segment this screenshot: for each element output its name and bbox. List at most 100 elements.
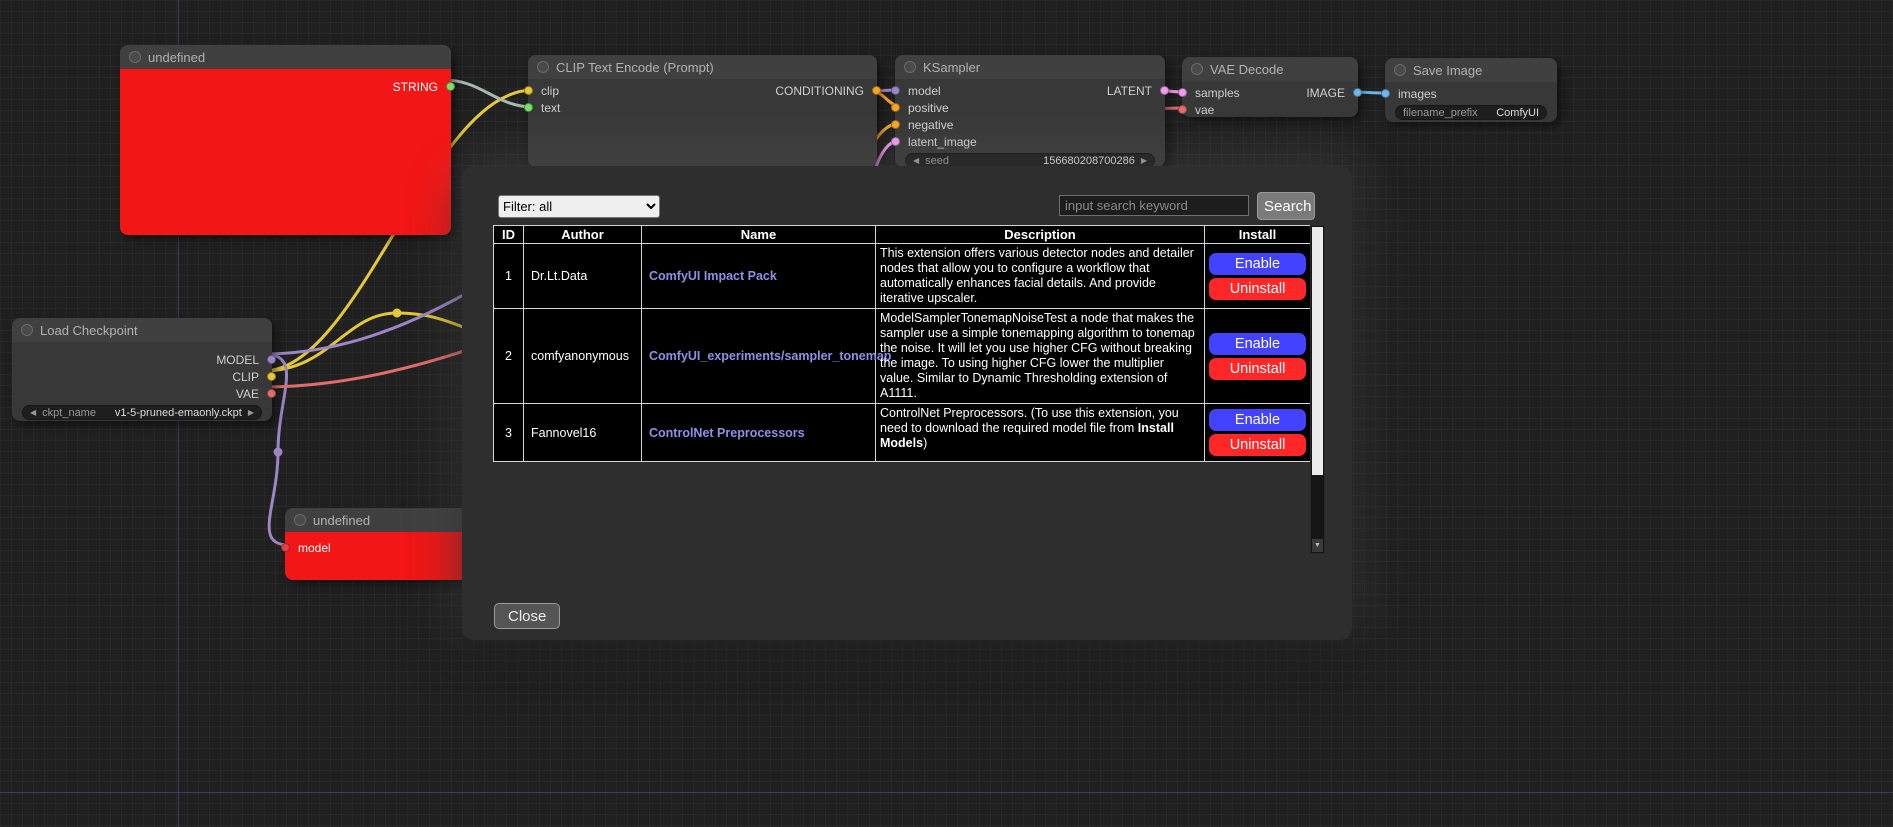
table-header-row: ID Author Name Description Install: [494, 226, 1311, 244]
input-slot-label: model: [908, 84, 941, 98]
widget-value: ComfyUI: [1496, 107, 1539, 119]
widget-value: 156680208700286: [1043, 155, 1135, 167]
node-collapse-dot[interactable]: [537, 61, 549, 73]
input-port-samples[interactable]: [1178, 88, 1187, 97]
description-text: ): [923, 436, 927, 450]
extension-link[interactable]: ControlNet Preprocessors: [649, 426, 805, 440]
widget-value: v1-5-pruned-emaonly.ckpt: [115, 407, 242, 419]
table-row: 2 comfyanonymous ComfyUI_experiments/sam…: [494, 309, 1311, 404]
search-button[interactable]: Search: [1257, 192, 1315, 220]
node-body: model LATENT positive negative latent_im…: [895, 79, 1165, 168]
cell-author: Fannovel16: [524, 404, 642, 462]
input-slot-label: text: [541, 101, 560, 115]
output-slot-label: STRING: [393, 80, 438, 94]
close-button[interactable]: Close: [494, 603, 560, 629]
input-slot-label: clip: [541, 84, 559, 98]
input-port-negative[interactable]: [891, 120, 900, 129]
input-slot-label: negative: [908, 118, 953, 132]
input-port-latent-image[interactable]: [891, 137, 900, 146]
output-port-latent[interactable]: [1160, 86, 1169, 95]
search-input[interactable]: [1059, 195, 1249, 216]
input-slot-label: model: [298, 541, 331, 555]
canvas-guide-line-horizontal: [0, 792, 1893, 793]
node-clip-text-encode[interactable]: CLIP Text Encode (Prompt) clip CONDITION…: [528, 55, 877, 167]
table-row: 1 Dr.Lt.Data ComfyUI Impact Pack This ex…: [494, 244, 1311, 309]
output-port-vae[interactable]: [267, 389, 276, 398]
output-slot-label: IMAGE: [1306, 86, 1345, 100]
node-collapse-dot[interactable]: [294, 514, 306, 526]
input-port-text[interactable]: [524, 103, 533, 112]
ckpt-name-widget[interactable]: ◀ ckpt_name v1-5-pruned-emaonly.ckpt ▶: [22, 405, 262, 420]
next-option-icon[interactable]: ▶: [248, 409, 254, 417]
node-body: samples IMAGE vae: [1182, 81, 1358, 118]
column-header-name: Name: [642, 226, 876, 244]
column-header-description: Description: [876, 226, 1205, 244]
node-save-image[interactable]: Save Image images filename_prefix ComfyU…: [1385, 58, 1557, 122]
enable-button[interactable]: Enable: [1209, 333, 1306, 355]
input-slot-label: vae: [1195, 103, 1214, 117]
node-collapse-dot[interactable]: [129, 51, 141, 63]
input-port-clip[interactable]: [524, 86, 533, 95]
node-undefined-bottom[interactable]: undefined model: [285, 508, 470, 580]
input-port-vae[interactable]: [1178, 105, 1187, 114]
node-body: images filename_prefix ComfyUI: [1385, 82, 1557, 120]
node-undefined-top[interactable]: undefined STRING: [120, 45, 451, 235]
cell-description: ModelSamplerTonemapNoiseTest a node that…: [876, 309, 1205, 404]
output-slot-label: LATENT: [1107, 84, 1152, 98]
filter-select[interactable]: Filter: all: [498, 195, 660, 218]
extension-link[interactable]: ComfyUI Impact Pack: [649, 269, 777, 283]
node-body: clip CONDITIONING text: [528, 79, 877, 116]
extension-link[interactable]: ComfyUI_experiments/sampler_tonemap: [649, 349, 891, 363]
input-port-model[interactable]: [891, 86, 900, 95]
input-port-positive[interactable]: [891, 103, 900, 112]
node-ksampler[interactable]: KSampler model LATENT positive negative …: [895, 55, 1165, 167]
node-title-text: Load Checkpoint: [40, 323, 138, 338]
node-title-bar: KSampler: [895, 55, 1165, 79]
node-collapse-dot[interactable]: [904, 61, 916, 73]
input-port-images[interactable]: [1381, 89, 1390, 98]
output-port-string[interactable]: [446, 82, 455, 91]
widget-label: seed: [925, 155, 949, 167]
scrollbar-thumb[interactable]: [1312, 227, 1323, 475]
node-body: model: [285, 532, 470, 580]
output-port-clip[interactable]: [267, 372, 276, 381]
node-title-bar: VAE Decode: [1182, 57, 1358, 81]
enable-button[interactable]: Enable: [1209, 253, 1306, 275]
input-slot-label: positive: [908, 101, 949, 115]
input-port-model[interactable]: [281, 543, 290, 552]
cell-id: 3: [494, 404, 524, 462]
output-port-image[interactable]: [1353, 88, 1362, 97]
widget-label: filename_prefix: [1403, 107, 1478, 119]
column-header-author: Author: [524, 226, 642, 244]
uninstall-button[interactable]: Uninstall: [1209, 358, 1306, 380]
node-body: MODEL CLIP VAE ◀ ckpt_name v1-5-pruned-e…: [12, 342, 272, 420]
table-scrollbar[interactable]: ▼: [1310, 225, 1325, 554]
enable-button[interactable]: Enable: [1209, 409, 1306, 431]
node-collapse-dot[interactable]: [21, 324, 33, 336]
uninstall-button[interactable]: Uninstall: [1209, 434, 1306, 456]
previous-option-icon[interactable]: ◀: [30, 409, 36, 417]
extensions-table: ID Author Name Description Install 1 Dr.…: [493, 225, 1311, 462]
input-slot-label: latent_image: [908, 135, 977, 149]
uninstall-button[interactable]: Uninstall: [1209, 278, 1306, 300]
output-slot-label: MODEL: [216, 353, 259, 367]
description-text: ControlNet Preprocessors. (To use this e…: [880, 406, 1179, 435]
node-load-checkpoint[interactable]: Load Checkpoint MODEL CLIP VAE ◀ ckpt_na…: [12, 318, 272, 421]
description-text: ModelSamplerTonemapNoiseTest a node that…: [880, 311, 1195, 400]
node-title-bar: undefined: [120, 45, 451, 69]
node-title-text: CLIP Text Encode (Prompt): [556, 60, 714, 75]
decrement-icon[interactable]: ◀: [913, 157, 919, 165]
node-vae-decode[interactable]: VAE Decode samples IMAGE vae: [1182, 57, 1358, 117]
output-port-model[interactable]: [267, 355, 276, 364]
filename-prefix-widget[interactable]: filename_prefix ComfyUI: [1395, 105, 1547, 120]
output-port-conditioning[interactable]: [872, 86, 881, 95]
custom-nodes-manager-dialog: Filter: all Search ID Author Name Descri…: [462, 166, 1352, 640]
node-title-text: Save Image: [1413, 63, 1482, 78]
scroll-down-icon[interactable]: ▼: [1312, 539, 1323, 552]
node-title-text: undefined: [313, 513, 370, 528]
node-collapse-dot[interactable]: [1394, 64, 1406, 76]
column-header-install: Install: [1205, 226, 1311, 244]
node-collapse-dot[interactable]: [1191, 63, 1203, 75]
node-title-text: VAE Decode: [1210, 62, 1283, 77]
increment-icon[interactable]: ▶: [1141, 157, 1147, 165]
